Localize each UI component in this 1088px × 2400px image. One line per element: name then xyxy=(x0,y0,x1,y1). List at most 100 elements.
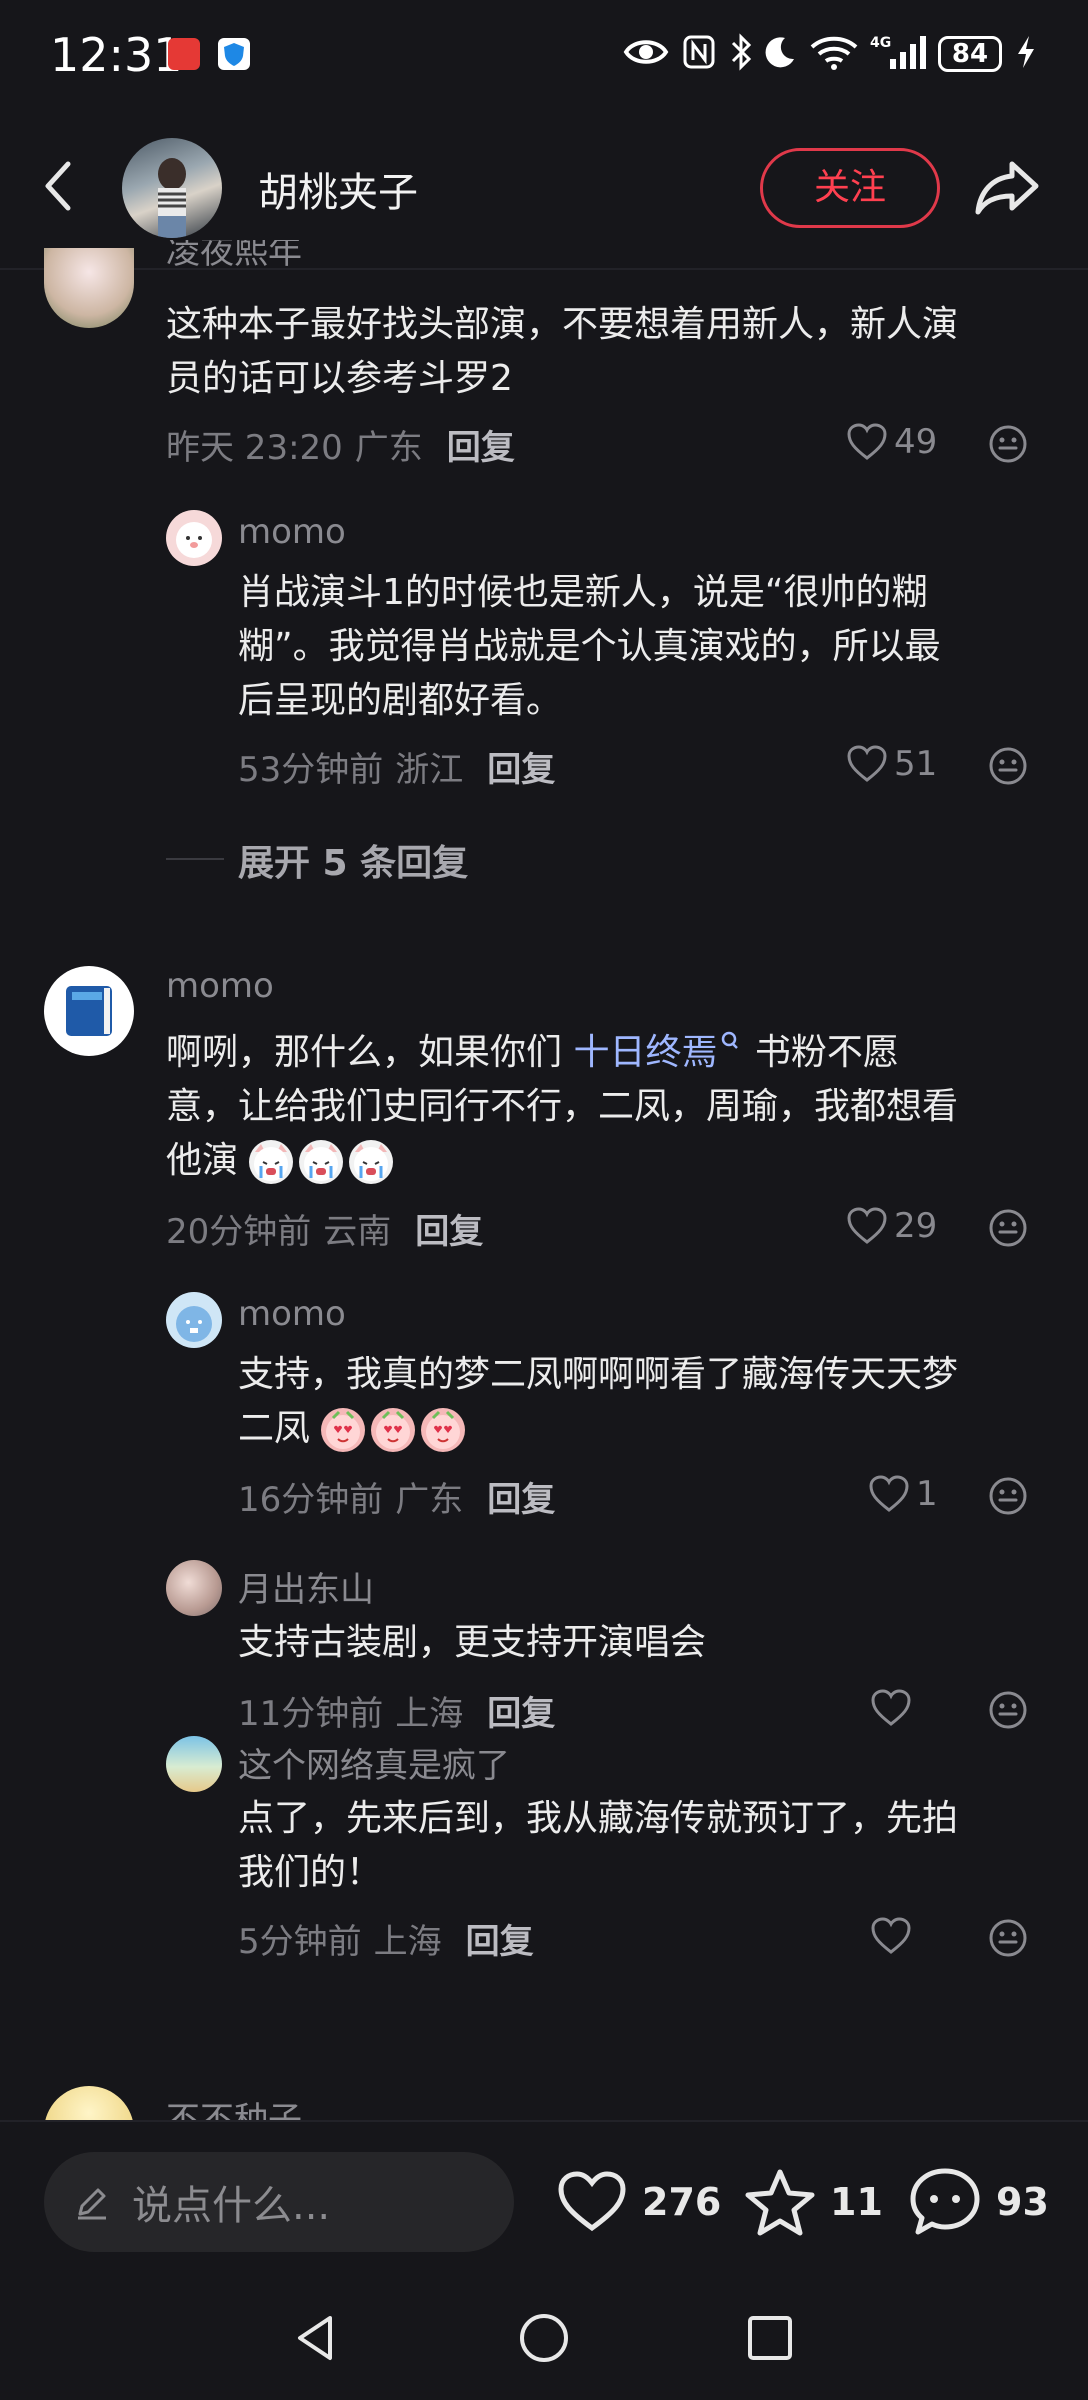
like-button[interactable] xyxy=(870,1914,912,1958)
status-time: 12:31 xyxy=(50,28,183,82)
comment-username[interactable]: 不不种子 xyxy=(166,2092,302,2120)
book-link-label[interactable]: 十日终焉 xyxy=(573,1032,717,1073)
heart-icon xyxy=(871,1917,911,1954)
comment-item: 凌夜熙年 这种本子最好找头部演，不要想着用新人，新人演 员的话可以参考斗罗2 昨… xyxy=(0,240,1088,920)
expand-replies-button[interactable]: 展开 5 条回复 xyxy=(238,834,468,886)
reply-username[interactable]: 月出东山 xyxy=(238,1562,374,1611)
emoji-react-icon[interactable] xyxy=(988,1208,1028,1248)
favorite-count: 11 xyxy=(830,2180,883,2224)
like-count: 51 xyxy=(894,744,938,784)
reply-location: 浙江 xyxy=(395,750,464,790)
reply-text-line: 支持古装剧，更支持开演唱会 xyxy=(238,1622,707,1663)
nav-home-icon[interactable] xyxy=(516,2310,572,2366)
reply-button[interactable]: 回复 xyxy=(487,1472,555,1521)
follow-button[interactable]: 关注 xyxy=(760,148,940,228)
comment-count: 93 xyxy=(996,2180,1049,2224)
reply-time: 16分钟前 xyxy=(238,1480,384,1520)
reply-button[interactable]: 回复 xyxy=(447,420,515,469)
reply-username[interactable]: momo xyxy=(238,1294,346,1334)
reply-username[interactable]: momo xyxy=(238,512,346,552)
heart-icon xyxy=(847,1207,887,1244)
comment-username[interactable]: momo xyxy=(166,966,274,1006)
comment-text-segment: 书粉不愿 xyxy=(743,1032,899,1073)
like-count: 1 xyxy=(916,1474,938,1514)
back-button[interactable] xyxy=(36,156,84,216)
comment-username[interactable]: 凌夜熙年 xyxy=(166,240,302,270)
book-link[interactable]: 十日终焉 xyxy=(573,1031,743,1073)
avatar[interactable] xyxy=(44,248,134,328)
reply-button[interactable]: 回复 xyxy=(466,1914,534,1963)
emoji-react-icon[interactable] xyxy=(988,746,1028,786)
system-nav-bar xyxy=(0,2290,1088,2400)
reply-location: 上海 xyxy=(373,1922,442,1962)
comment-meta: 昨天 23:20 广东 回复 xyxy=(166,420,515,469)
reply-time: 5分钟前 xyxy=(238,1922,362,1962)
reply-time: 11分钟前 xyxy=(238,1694,384,1734)
emoji-react-icon[interactable] xyxy=(988,1476,1028,1516)
like-button[interactable]: 51 xyxy=(846,742,937,786)
heart-icon xyxy=(847,423,887,460)
like-button[interactable] xyxy=(870,1686,912,1730)
reply-location: 上海 xyxy=(395,1694,464,1734)
comment-text-line: 他演 xyxy=(166,1134,399,1188)
reply-button[interactable]: 回复 xyxy=(487,742,555,791)
status-bar: 12:31 4G 84 xyxy=(0,0,1088,110)
comment-text-line: 员的话可以参考斗罗2 xyxy=(166,358,513,399)
author-name[interactable]: 胡桃夹子 xyxy=(258,160,418,218)
avatar[interactable] xyxy=(166,1736,222,1792)
reply-button[interactable]: 回复 xyxy=(415,1204,483,1253)
reply-username[interactable]: 这个网络真是疯了 xyxy=(238,1738,510,1787)
like-button[interactable]: 1 xyxy=(868,1472,938,1516)
bluetooth-icon xyxy=(726,32,756,72)
like-button[interactable]: 29 xyxy=(846,1204,937,1248)
crying-cat-emoji xyxy=(349,1140,394,1184)
comment-time: 昨天 23:20 xyxy=(166,428,343,468)
moon-icon xyxy=(762,32,798,72)
avatar[interactable] xyxy=(44,2086,134,2120)
avatar[interactable] xyxy=(166,1560,222,1616)
reply-meta: 16分钟前 广东 回复 xyxy=(238,1472,555,1521)
reply-meta: 11分钟前 上海 回复 xyxy=(238,1686,555,1735)
like-button[interactable]: 49 xyxy=(846,420,937,464)
like-post-count: 276 xyxy=(642,2180,722,2224)
reply-meta: 5分钟前 上海 回复 xyxy=(238,1914,534,1963)
nav-recents-icon[interactable] xyxy=(742,2310,798,2366)
nfc-icon xyxy=(680,32,718,72)
emoji-react-icon[interactable] xyxy=(988,424,1028,464)
like-count: 49 xyxy=(894,422,938,462)
share-icon[interactable] xyxy=(972,158,1042,218)
comment-location: 云南 xyxy=(323,1212,392,1252)
heart-icon xyxy=(847,745,887,782)
reply-button[interactable]: 回复 xyxy=(487,1686,555,1735)
avatar[interactable] xyxy=(44,966,134,1056)
comment-text-line: 意，让给我们史同行不行，二凤，周瑜，我都想看 xyxy=(166,1086,959,1127)
comment-text-line: 啊咧，那什么，如果你们 十日终焉 书粉不愿 xyxy=(166,1026,899,1080)
comment-text-segment: 啊咧，那什么，如果你们 xyxy=(166,1032,574,1073)
comment-input[interactable]: 说点什么... xyxy=(44,2152,514,2252)
reply-meta: 53分钟前 浙江 回复 xyxy=(238,742,555,791)
emoji-react-icon[interactable] xyxy=(988,1918,1028,1958)
avatar[interactable] xyxy=(166,510,222,566)
signal-4g-icon: 4G xyxy=(870,32,928,72)
heart-eyes-emoji xyxy=(321,1408,366,1452)
crying-cat-emoji xyxy=(299,1140,344,1184)
like-count: 29 xyxy=(894,1206,938,1246)
heart-icon xyxy=(871,1689,911,1726)
author-avatar[interactable] xyxy=(122,138,222,238)
comment-text-segment: 他演 xyxy=(166,1140,239,1181)
emoji-react-icon[interactable] xyxy=(988,1690,1028,1730)
comment-meta: 20分钟前 云南 回复 xyxy=(166,1204,483,1253)
heart-eyes-emoji xyxy=(371,1408,416,1452)
heart-icon xyxy=(558,2171,626,2232)
expand-divider xyxy=(166,858,224,860)
favorite-button[interactable]: 11 xyxy=(744,2164,883,2240)
nav-back-icon[interactable] xyxy=(288,2310,344,2366)
reply-text-line: 后呈现的剧都好看。 xyxy=(238,680,563,721)
like-post-button[interactable]: 276 xyxy=(556,2164,721,2240)
reply-location: 广东 xyxy=(395,1480,464,1520)
reply-text-line: 我们的！ xyxy=(238,1852,383,1893)
comment-button[interactable]: 93 xyxy=(908,2164,1049,2240)
reply-text-line: 二凤 xyxy=(238,1402,471,1456)
heart-eyes-emoji xyxy=(421,1408,466,1452)
avatar[interactable] xyxy=(166,1292,222,1348)
